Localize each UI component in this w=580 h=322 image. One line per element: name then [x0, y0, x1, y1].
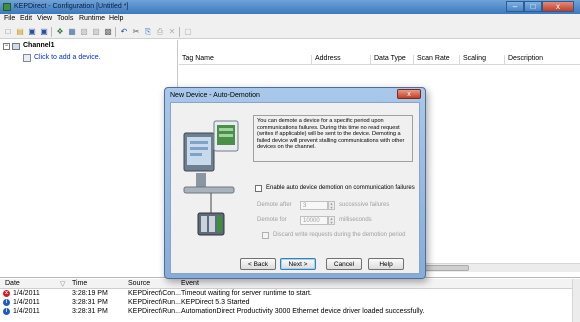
project-tree: − Channel1 Click to add a device.	[0, 40, 178, 277]
cancel-button[interactable]: Cancel	[326, 258, 362, 270]
delete-icon[interactable]: ✕	[167, 27, 177, 37]
log-time: 3:28:31 PM	[72, 308, 108, 315]
demote-after-spinner-icon[interactable]: ▲ ▼	[328, 201, 335, 210]
log-event: AutomationDirect Productivity 3000 Ether…	[181, 308, 425, 315]
log-date: 1/4/2011	[13, 308, 40, 315]
cut-icon[interactable]: ✂	[131, 27, 141, 37]
log-row[interactable]: i 1/4/2011 3:28:31 PM KEPDirect\Run... K…	[0, 299, 572, 308]
column-source[interactable]: Source	[128, 280, 150, 287]
column-address[interactable]: Address	[311, 55, 370, 65]
log-date: 1/4/2011	[13, 290, 40, 297]
dialog-close-button[interactable]: x	[397, 89, 421, 99]
demote-after-label: Demote after	[257, 202, 292, 208]
demote-for-unit: milliseconds	[339, 217, 372, 223]
dialog-description: You can demote a device for a specific p…	[253, 115, 413, 162]
close-button[interactable]: x	[542, 1, 574, 12]
discard-writes-checkbox[interactable]	[262, 232, 269, 239]
dialog-body: You can demote a device for a specific p…	[170, 102, 420, 274]
open-icon[interactable]: ▤	[15, 27, 25, 37]
properties-icon[interactable]: ▩	[103, 27, 113, 37]
demote-after-unit: successive failures	[339, 202, 390, 208]
channel-icon	[12, 43, 20, 50]
menu-bar: File Edit View Tools Runtime Help	[0, 14, 580, 25]
column-event[interactable]: Event	[181, 280, 199, 287]
dialog-title: New Device - Auto-Demotion	[170, 92, 260, 99]
tree-channel1[interactable]: Channel1	[23, 42, 55, 49]
new-device-icon[interactable]: ▦	[67, 27, 77, 37]
next-button[interactable]: Next >	[280, 258, 316, 270]
window-title: KEPDirect - Configuration [Untitled *]	[14, 3, 129, 10]
enable-demotion-checkbox[interactable]	[255, 185, 262, 192]
menu-help[interactable]: Help	[109, 15, 123, 22]
log-header: Date ▽ Time Source Event	[0, 279, 572, 289]
menu-tools[interactable]: Tools	[57, 15, 73, 22]
new-tag-icon[interactable]: ▨	[91, 27, 101, 37]
column-scaling[interactable]: Scaling	[459, 55, 504, 65]
grid-header: Tag Name Address Data Type Scan Rate Sca…	[179, 54, 580, 65]
event-log: Date ▽ Time Source Event x 1/4/2011 3:28…	[0, 277, 580, 322]
log-event: KEPDirect 5.3 Started	[181, 299, 250, 306]
log-source: KEPDirect\Run...	[128, 299, 181, 306]
new-group-icon[interactable]: ▧	[79, 27, 89, 37]
new-icon[interactable]: □	[3, 27, 13, 37]
toolbar-divider	[115, 27, 116, 37]
menu-runtime[interactable]: Runtime	[79, 15, 105, 22]
log-row[interactable]: x 1/4/2011 3:28:19 PM KEPDirect\Con... T…	[0, 290, 572, 299]
toolbar-divider	[179, 27, 180, 37]
new-channel-icon[interactable]: ❖	[55, 27, 65, 37]
paste-icon[interactable]: ⎙	[155, 27, 165, 37]
maximize-button[interactable]: □	[524, 1, 542, 12]
column-scan-rate[interactable]: Scan Rate	[413, 55, 459, 65]
toolbar: □ ▤ ▣ ▣ ❖ ▦ ▧ ▨ ▩ ↶ ✂ ⎘ ⎙ ✕ ▢	[0, 25, 580, 39]
demote-for-spinner-icon[interactable]: ▲ ▼	[328, 216, 335, 225]
discard-writes-label: Discard write requests during the demoti…	[273, 232, 406, 238]
log-vertical-scrollbar[interactable]	[572, 279, 580, 322]
menu-file[interactable]: File	[4, 15, 15, 22]
wizard-illustration-icon	[183, 120, 239, 236]
demote-after-input[interactable]: 3	[300, 201, 328, 210]
column-data-type[interactable]: Data Type	[370, 55, 413, 65]
minimize-button[interactable]: –	[506, 1, 524, 12]
enable-demotion-label: Enable auto device demotion on communica…	[266, 185, 415, 191]
main-window: KEPDirect - Configuration [Untitled *] –…	[0, 0, 580, 322]
column-date[interactable]: Date	[5, 280, 20, 287]
error-icon: x	[3, 290, 10, 297]
quick-client-icon[interactable]: ▢	[183, 27, 193, 37]
column-time[interactable]: Time	[72, 280, 87, 287]
log-time: 3:28:19 PM	[72, 290, 108, 297]
info-icon: i	[3, 299, 10, 306]
toolbar-divider	[51, 27, 52, 37]
column-description[interactable]: Description	[504, 55, 580, 65]
demote-for-input[interactable]: 10000	[300, 216, 328, 225]
save-icon[interactable]: ▣	[27, 27, 37, 37]
collapse-icon[interactable]: −	[3, 43, 10, 50]
log-event: Timeout waiting for server runtime to st…	[181, 290, 312, 297]
column-tag-name[interactable]: Tag Name	[179, 55, 311, 65]
save-as-icon[interactable]: ▣	[39, 27, 49, 37]
menu-edit[interactable]: Edit	[20, 15, 32, 22]
add-device-icon	[23, 54, 31, 62]
new-device-dialog: New Device - Auto-Demotion x You can dem…	[164, 87, 426, 279]
sort-icon: ▽	[60, 281, 66, 288]
undo-icon[interactable]: ↶	[119, 27, 129, 37]
back-button[interactable]: < Back	[240, 258, 276, 270]
log-source: KEPDirect\Con...	[128, 290, 181, 297]
app-icon	[3, 3, 11, 11]
log-date: 1/4/2011	[13, 299, 40, 306]
info-icon: i	[3, 308, 10, 315]
copy-icon[interactable]: ⎘	[143, 27, 153, 37]
title-bar: KEPDirect - Configuration [Untitled *] –…	[0, 0, 580, 14]
demote-for-label: Demote for	[257, 217, 287, 223]
help-button[interactable]: Help	[368, 258, 404, 270]
menu-view[interactable]: View	[37, 15, 52, 22]
add-device-link[interactable]: Click to add a device.	[34, 54, 101, 61]
log-row[interactable]: i 1/4/2011 3:28:31 PM KEPDirect\Run... A…	[0, 308, 572, 317]
log-time: 3:28:31 PM	[72, 299, 108, 306]
log-source: KEPDirect\Run...	[128, 308, 181, 315]
